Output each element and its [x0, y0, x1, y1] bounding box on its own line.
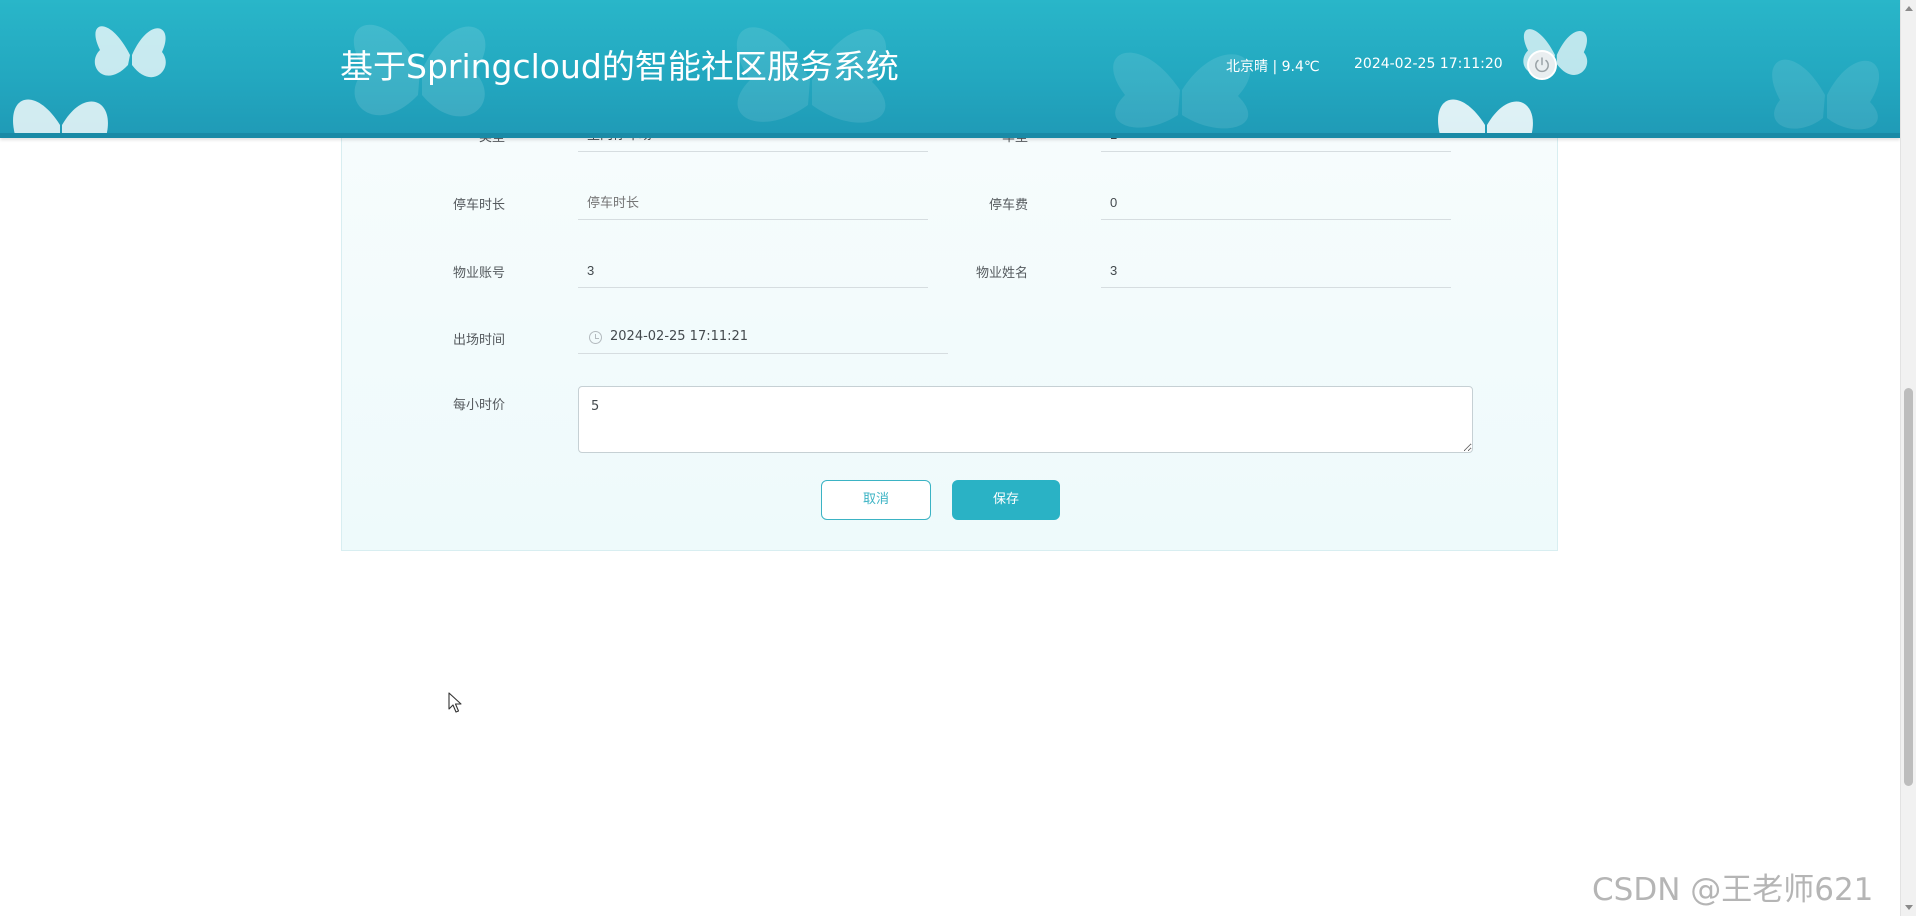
butterfly-decoration-icon: [1772, 59, 1880, 130]
parking-duration-input[interactable]: [578, 186, 928, 220]
clock-icon: [589, 331, 602, 344]
hourly-price-textarea[interactable]: 5: [578, 386, 1473, 453]
save-button[interactable]: 保存: [952, 480, 1060, 520]
parking-duration-label: 停车时长: [452, 198, 505, 213]
logout-button[interactable]: [1527, 50, 1557, 80]
exit-time-label: 出场时间: [452, 333, 505, 348]
property-name-input[interactable]: [1101, 254, 1451, 288]
header-divider: [0, 133, 1900, 138]
scroll-thumb[interactable]: [1904, 388, 1913, 786]
exit-time-value: 2024-02-25 17:11:21: [610, 329, 749, 344]
property-name-label: 物业姓名: [975, 266, 1028, 281]
power-icon: [1535, 57, 1549, 73]
butterfly-decoration-icon: [13, 99, 108, 138]
parking-fee-label: 停车费: [988, 198, 1028, 213]
page-scrollbar[interactable]: [1900, 0, 1916, 916]
exit-time-picker[interactable]: 2024-02-25 17:11:21: [578, 320, 948, 354]
hourly-price-label: 每小时价: [452, 398, 505, 413]
current-datetime: 2024-02-25 17:11:20: [1354, 56, 1503, 72]
scroll-down-icon[interactable]: [1905, 905, 1913, 910]
parking-fee-input[interactable]: [1101, 186, 1451, 220]
cancel-button[interactable]: 取消: [821, 480, 931, 520]
property-account-label: 物业账号: [452, 266, 505, 281]
weather-info: 北京晴 | 9.4℃: [1226, 59, 1320, 75]
scroll-up-icon[interactable]: [1905, 6, 1913, 11]
mouse-cursor-icon: [448, 692, 462, 713]
butterfly-decoration-icon: [1113, 52, 1251, 129]
page-title: 基于Springcloud的智能社区服务系统: [340, 47, 899, 86]
csdn-watermark: CSDN @王老师621: [1592, 872, 1874, 908]
butterfly-decoration-icon: [1523, 29, 1588, 75]
top-header: 基于Springcloud的智能社区服务系统 北京晴 | 9.4℃ 2024-0…: [0, 0, 1900, 138]
edit-form-panel: 类型 车型 停车时长 停车费 物业账号 物业姓名 出场时间 2024-02-25…: [341, 100, 1558, 551]
property-account-input[interactable]: [578, 254, 928, 288]
